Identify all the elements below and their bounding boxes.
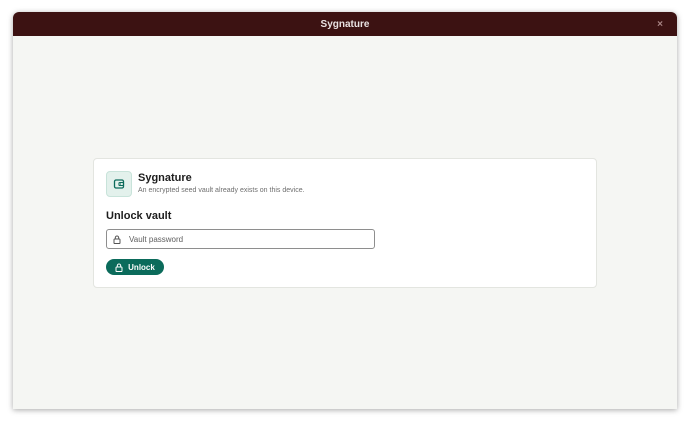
section-title: Unlock vault	[106, 210, 172, 222]
unlock-card: Sygnature An encrypted seed vault alread…	[93, 158, 597, 288]
title-bar[interactable]: Sygnature ×	[13, 12, 677, 36]
close-button[interactable]: ×	[653, 17, 667, 31]
lock-icon	[112, 234, 122, 244]
password-field[interactable]	[106, 229, 375, 249]
close-icon: ×	[657, 18, 663, 30]
wallet-icon	[106, 171, 132, 197]
vault-password-input[interactable]	[129, 234, 359, 244]
app-window: Sygnature × Sygnature An encrypted seed …	[13, 12, 677, 409]
lock-icon	[115, 263, 124, 272]
app-name: Sygnature	[138, 172, 192, 184]
unlock-button-label: Unlock	[128, 262, 155, 272]
app-description: An encrypted seed vault already exists o…	[138, 187, 305, 194]
window-title: Sygnature	[320, 18, 370, 30]
unlock-button[interactable]: Unlock	[106, 259, 164, 275]
